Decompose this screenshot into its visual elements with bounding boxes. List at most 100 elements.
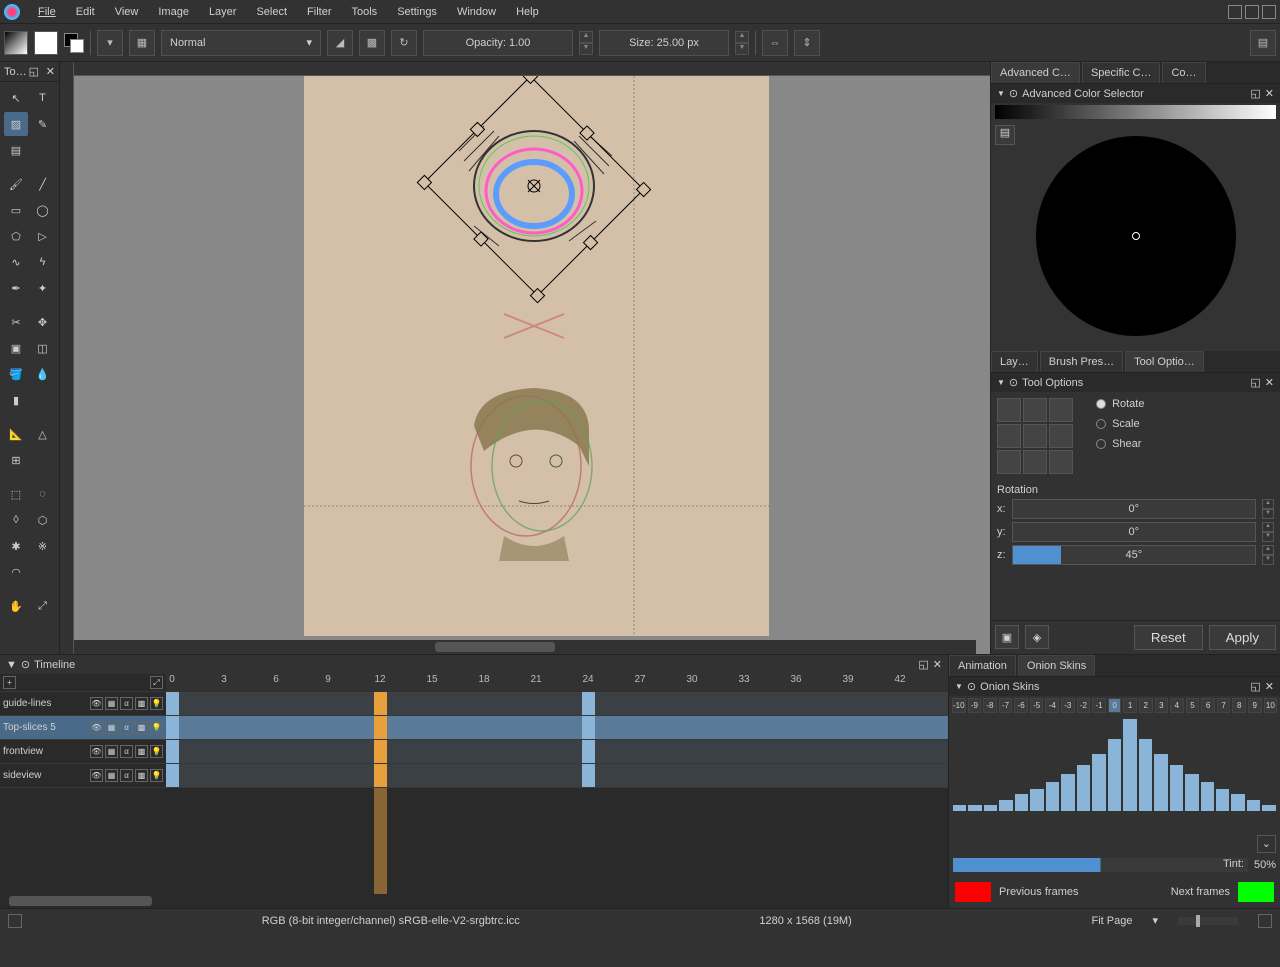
canvas-viewport[interactable] <box>74 76 990 640</box>
tab-tool-options[interactable]: Tool Optio… <box>1125 351 1204 372</box>
onion-expand-button[interactable]: ⌄ <box>1257 835 1276 853</box>
menu-image[interactable]: Image <box>148 3 199 21</box>
polyline-tool[interactable]: ▷ <box>31 224 55 248</box>
gradient-swatch-icon[interactable] <box>4 31 28 55</box>
alpha-lock-button[interactable]: ▩ <box>359 30 385 56</box>
perspective-tool[interactable]: ◫ <box>31 336 55 360</box>
select-rect-tool[interactable]: ⬚ <box>4 482 28 506</box>
brush-preset-button[interactable]: ▾ <box>97 30 123 56</box>
ellipse-tool[interactable]: ◯ <box>31 198 55 222</box>
onion-close-icon[interactable]: ✕ <box>1265 680 1274 693</box>
freehand-path-tool[interactable]: ϟ <box>31 250 55 274</box>
color-picker-tool[interactable]: 💧 <box>31 362 55 386</box>
line-tool[interactable]: ╱ <box>31 172 55 196</box>
canvas-area[interactable] <box>60 62 990 654</box>
timeline-tracks[interactable]: 03691215182124273033363942 <box>166 674 948 894</box>
timeline-ruler[interactable]: 03691215182124273033363942 <box>166 674 948 692</box>
panel-close-icon[interactable]: ✕ <box>1265 87 1274 100</box>
mode-rotate-radio[interactable]: Rotate <box>1096 398 1144 410</box>
menu-edit[interactable]: Edit <box>66 3 105 21</box>
select-bezier-tool[interactable]: ◠ <box>4 560 28 584</box>
panel-float-icon[interactable]: ◱ <box>1250 87 1260 100</box>
menu-select[interactable]: Select <box>246 3 297 21</box>
free-transform-tool[interactable]: ▣ <box>4 336 28 360</box>
select-similar-tool[interactable]: ※ <box>31 534 55 558</box>
mirror-h-button[interactable]: ⇔ <box>762 30 788 56</box>
grid-tool[interactable]: ⊞ <box>4 448 28 472</box>
tab-animation[interactable]: Animation <box>949 655 1016 676</box>
tab-brush-presets[interactable]: Brush Pres… <box>1040 351 1123 372</box>
brush-editor-button[interactable]: ▦ <box>129 30 155 56</box>
move-layer-tool[interactable]: ✥ <box>31 310 55 334</box>
canvas-document[interactable] <box>304 76 769 636</box>
onion-frame-buttons[interactable]: -10-9-8-7-6-5-4-3-2-1012345678910 <box>949 696 1280 715</box>
select-ellipse-tool[interactable]: ◌ <box>31 482 55 506</box>
select-freehand-tool[interactable]: ◊ <box>4 508 28 532</box>
toolbox-float-icon[interactable]: ◱ <box>29 65 39 78</box>
advanced-color-header[interactable]: ▼⊙Advanced Color Selector ◱ ✕ <box>991 84 1280 103</box>
menu-tools[interactable]: Tools <box>342 3 388 21</box>
pan-tool[interactable]: ✋ <box>4 594 28 618</box>
menu-window[interactable]: Window <box>447 3 506 21</box>
measure-tool[interactable]: 📐 <box>4 422 28 446</box>
select-poly-tool[interactable]: ⬡ <box>31 508 55 532</box>
reset-button[interactable]: Reset <box>1134 625 1203 650</box>
free-transform-button[interactable]: ▣ <box>995 625 1019 649</box>
timeline-config-button[interactable]: ⤢ <box>150 676 163 689</box>
tab-color[interactable]: Co… <box>1162 62 1205 83</box>
vertical-ruler[interactable] <box>60 62 74 654</box>
crop-tool[interactable]: ✂ <box>4 310 28 334</box>
tooloptions-close-icon[interactable]: ✕ <box>1265 376 1274 389</box>
color-options-button[interactable]: ▤ <box>995 125 1015 145</box>
text-tool[interactable]: T <box>31 86 55 110</box>
timeline-layer-guide-lines[interactable]: guide-lines👁▦α▩💡 <box>0 692 166 716</box>
tab-advanced-color[interactable]: Advanced C… <box>991 62 1080 83</box>
timeline-layer-top-slices[interactable]: Top-slices 5👁▦α▩💡 <box>0 716 166 740</box>
anchor-grid[interactable] <box>997 398 1073 474</box>
bezier-tool[interactable]: ∿ <box>4 250 28 274</box>
apply-button[interactable]: Apply <box>1209 625 1276 650</box>
pattern-edit-tool[interactable]: ▤ <box>4 138 28 162</box>
rotation-z-input[interactable]: z:45°▲▼ <box>997 545 1274 565</box>
edit-shapes-tool[interactable]: ✎ <box>31 112 55 136</box>
menu-filter[interactable]: Filter <box>297 3 341 21</box>
tint-slider[interactable]: Tint: 50% <box>949 854 1280 876</box>
rotation-x-input[interactable]: x:0°▲▼ <box>997 499 1274 519</box>
fgbg-swatch-icon[interactable] <box>64 33 84 53</box>
timeline-float-icon[interactable]: ◱ <box>918 658 928 671</box>
timeline-layer-sideview[interactable]: sideview👁▦α▩💡 <box>0 764 166 788</box>
mode-shear-radio[interactable]: Shear <box>1096 438 1144 450</box>
reload-preset-button[interactable]: ↻ <box>391 30 417 56</box>
prev-frames-color[interactable] <box>955 882 991 902</box>
window-close-icon[interactable] <box>1262 5 1276 19</box>
menu-file[interactable]: File <box>28 3 66 21</box>
warp-button[interactable]: ◈ <box>1025 625 1049 649</box>
calligraphy-tool[interactable]: ✒ <box>4 276 28 300</box>
color-wheel[interactable] <box>1036 136 1236 336</box>
fullscreen-button[interactable] <box>1258 914 1272 928</box>
move-tool[interactable]: ↖ <box>4 86 28 110</box>
zoom-slider[interactable] <box>1178 917 1238 925</box>
tab-onion-skins[interactable]: Onion Skins <box>1018 655 1095 676</box>
timeline-hscrollbar[interactable] <box>0 894 948 908</box>
canvas-hscrollbar[interactable] <box>74 640 976 654</box>
transform-tool[interactable]: ▨ <box>4 112 28 136</box>
opacity-input[interactable]: Opacity: 1.00 <box>423 30 573 56</box>
onion-float-icon[interactable]: ◱ <box>1250 680 1260 693</box>
brush-size-input[interactable]: Size: 25.00 px <box>599 30 729 56</box>
tab-layers[interactable]: Lay… <box>991 351 1038 372</box>
selection-info-icon[interactable] <box>8 914 22 928</box>
gradient-tool[interactable]: ▮ <box>4 388 28 412</box>
timeline-close-icon[interactable]: ✕ <box>933 658 942 671</box>
zoom-tool[interactable]: ⤢ <box>31 594 55 618</box>
mode-scale-radio[interactable]: Scale <box>1096 418 1144 430</box>
tab-specific-color[interactable]: Specific C… <box>1082 62 1161 83</box>
mirror-v-button[interactable]: ⇕ <box>794 30 820 56</box>
toolbox-close-icon[interactable]: ✕ <box>46 65 55 78</box>
tooloptions-float-icon[interactable]: ◱ <box>1250 376 1260 389</box>
pattern-swatch-icon[interactable] <box>34 31 58 55</box>
fit-page-dropdown[interactable]: Fit Page <box>1091 915 1132 927</box>
timeline-layer-frontview[interactable]: frontview👁▦α▩💡 <box>0 740 166 764</box>
onion-header[interactable]: ▼⊙Onion Skins ◱ ✕ <box>949 677 1280 696</box>
next-frames-color[interactable] <box>1238 882 1274 902</box>
